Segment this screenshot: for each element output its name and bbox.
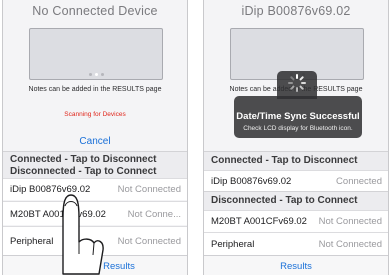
connected-header: Connected - Tap to Disconnect <box>10 154 157 165</box>
device-image-carousel[interactable] <box>29 28 163 80</box>
hud-title: Date/Time Sync Successful <box>236 111 360 122</box>
disconnected-header: Disconnected - Tap to Connect <box>204 191 388 210</box>
section-header: Connected - Tap to Disconnect Disconnect… <box>3 151 187 178</box>
device-status: Connected <box>336 176 382 187</box>
page-indicator <box>30 73 162 76</box>
device-status: Not Connected <box>318 239 382 250</box>
notes-hint: Notes can be added in the RESULTS page <box>28 86 162 93</box>
hud-top <box>277 71 317 99</box>
device-row-m20bt[interactable]: M20BT A001CFv69.02 Not Connected <box>204 210 388 232</box>
device-row-peripheral[interactable]: Peripheral Not Connected <box>204 232 388 255</box>
device-status: Not Connected <box>117 184 181 195</box>
device-row-idip[interactable]: iDip B00876v69.02 Connected <box>204 170 388 191</box>
right-phone-screen: iDip B00876v69.02 Notes can be added in … <box>203 0 389 275</box>
connected-header: Connected - Tap to Disconnect <box>204 151 388 170</box>
device-name: M20BT A001CFv69.02 <box>211 216 307 227</box>
tab-bar: Results <box>204 255 388 275</box>
device-status: Not Connected <box>117 236 181 247</box>
nav-title: No Connected Device <box>32 4 158 18</box>
cancel-button[interactable]: Cancel <box>3 136 187 147</box>
left-phone-screen: No Connected Device Notes can be added i… <box>2 0 188 275</box>
device-status: Not Conne... <box>127 209 181 220</box>
device-name: iDip B00876v69.02 <box>211 176 292 187</box>
scanning-status: Scanning for Devices <box>64 111 126 118</box>
tapping-hand-icon <box>62 194 104 275</box>
sync-success-hud: Date/Time Sync Successful Check LCD disp… <box>234 96 362 138</box>
hud-subtitle: Check LCD display for Bluetooth icon. <box>243 125 353 132</box>
tab-results[interactable]: Results <box>280 261 312 272</box>
device-status: Not Connected <box>318 216 382 227</box>
disconnected-header: Disconnected - Tap to Connect <box>10 166 157 177</box>
device-name: Peripheral <box>211 239 255 250</box>
nav-title: iDip B00876v69.02 <box>241 4 351 18</box>
